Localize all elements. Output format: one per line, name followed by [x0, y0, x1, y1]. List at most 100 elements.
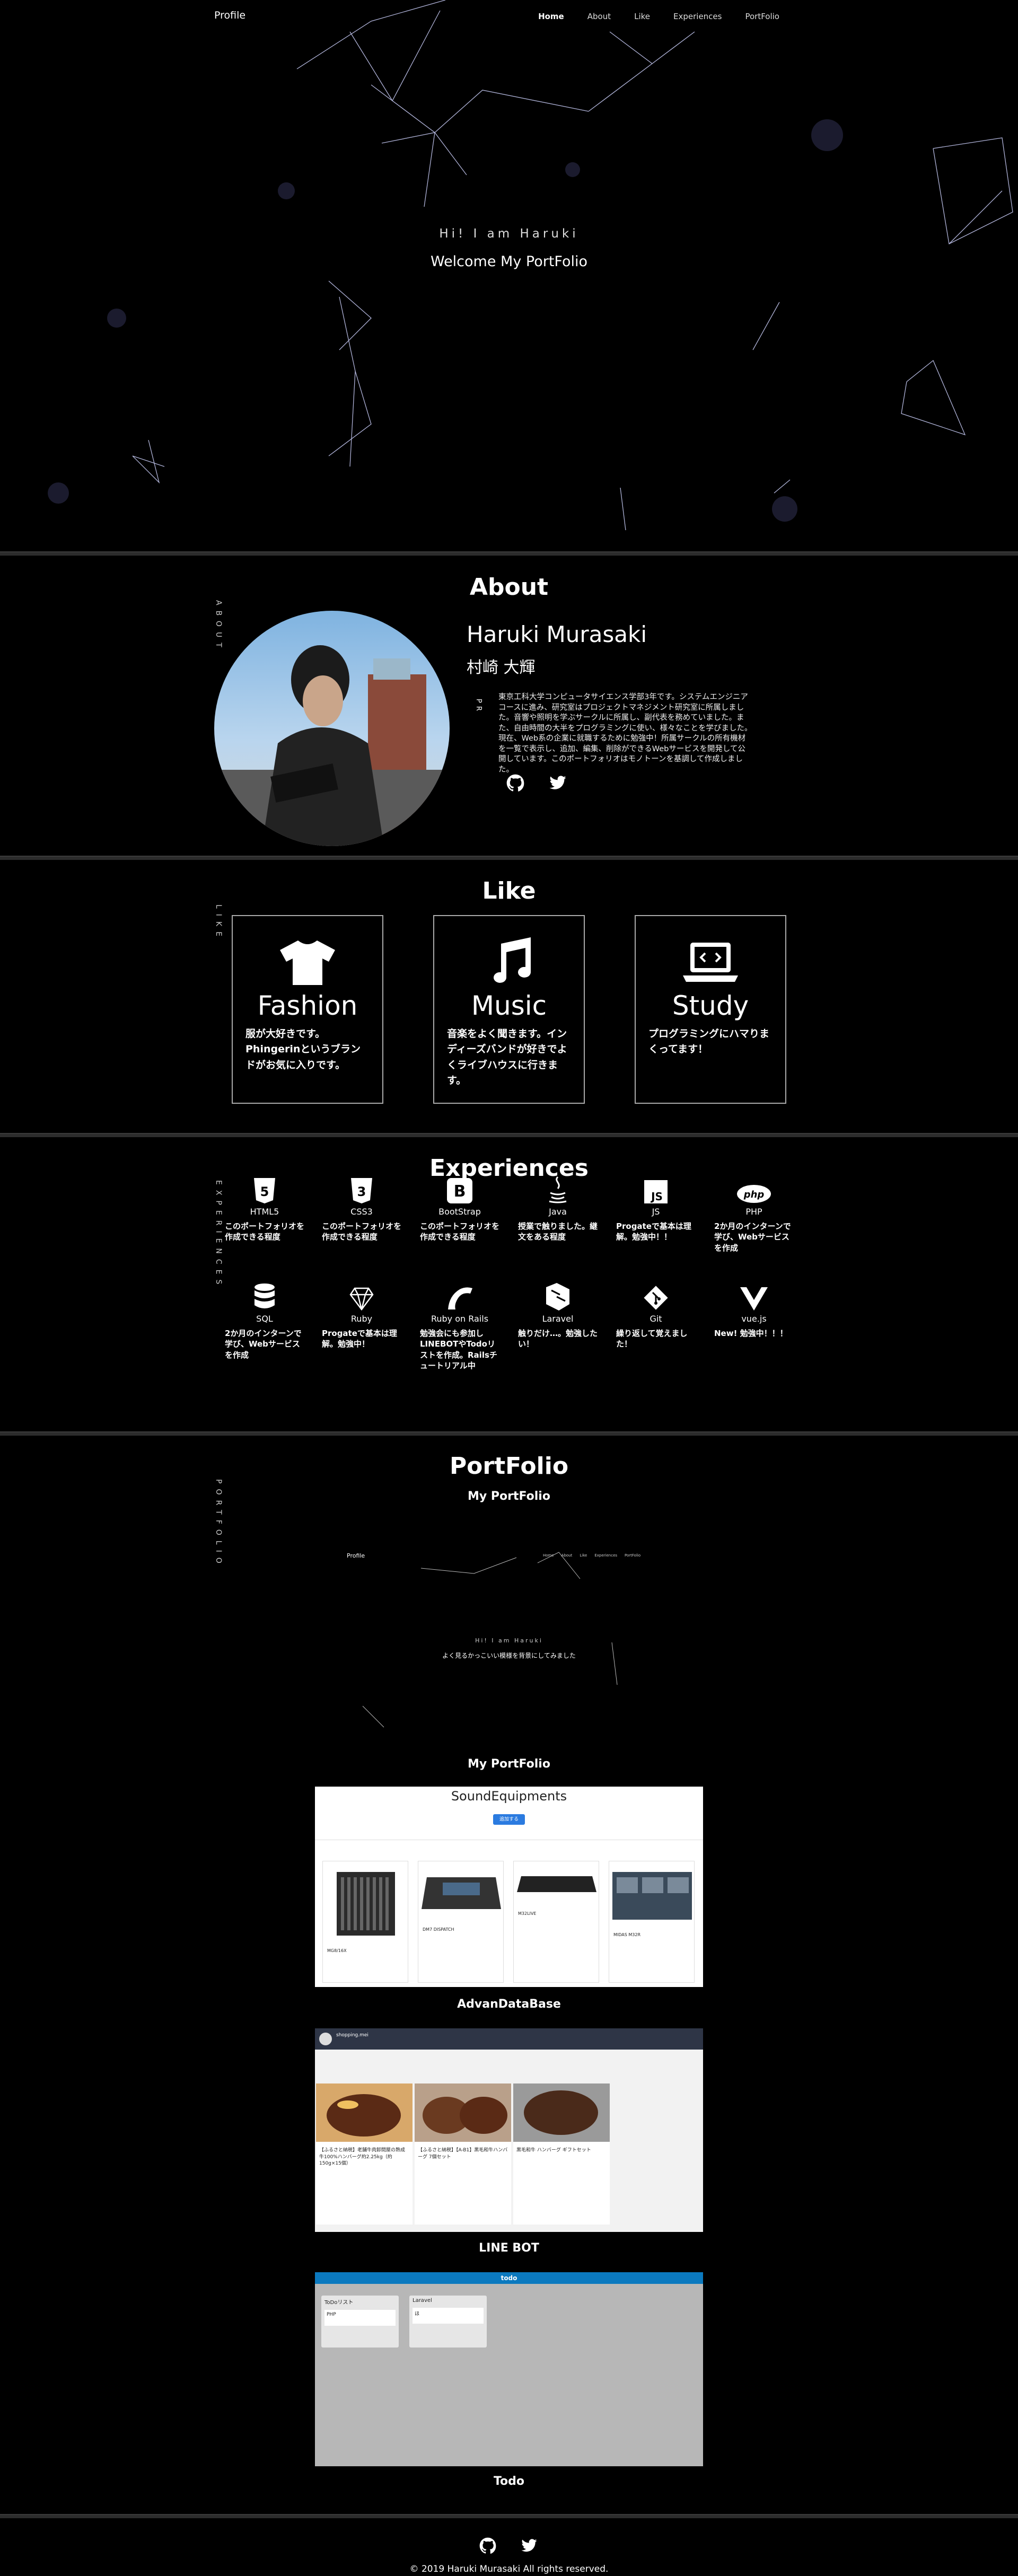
like-card-text: 服が大好きです。Phingerinというブランドがお気に入りです。	[245, 1028, 361, 1071]
hamburg-image	[316, 2083, 413, 2142]
skill-text: Progateで基本は理解。勉強中！	[322, 1329, 397, 1349]
skill-ruby: Ruby Progateで基本は理解。勉強中！	[322, 1282, 401, 1350]
section-divider	[0, 2514, 1018, 2518]
mixer-image	[517, 1876, 596, 1892]
portfolio-screenshot-myportfolio[interactable]: Profile Home About Like Experiences Port…	[315, 1547, 703, 1743]
portfolio-caption: Todo	[493, 2475, 525, 2488]
skill-name: BootStrap	[438, 1207, 481, 1217]
portfolio-screenshot-todo[interactable]: todo ToDoリスト PHP Laravel ほ	[315, 2272, 703, 2466]
php-icon: php	[737, 1185, 771, 1203]
preview-product-card: MG8/16X	[322, 1861, 408, 1983]
preview-nav-item: Like	[580, 1553, 587, 1558]
like-side-label: LIKE	[214, 904, 223, 942]
footer-copyright: © 2019 Haruki Murasaki All rights reserv…	[409, 2564, 609, 2574]
svg-text:5: 5	[260, 1184, 269, 1199]
skill-git: Git 繰り返して覚えました！	[616, 1282, 696, 1350]
twitter-icon[interactable]	[549, 774, 567, 792]
skill-html5: 5 HTML5 このポートフォリオを作成できる程度	[225, 1175, 304, 1243]
skill-name: HTML5	[250, 1207, 279, 1217]
like-card-title: Fashion	[257, 990, 358, 1021]
portfolio-caption: LINE BOT	[479, 2241, 539, 2255]
svg-text:B: B	[454, 1182, 466, 1201]
pr-label: PR	[475, 699, 482, 714]
like-card-text: プログラミングにハマりまくってます！	[648, 1028, 770, 1056]
preview-nav-item: Home	[543, 1553, 554, 1558]
footer: © 2019 Haruki Murasaki All rights reserv…	[0, 2519, 1018, 2576]
like-heading: Like	[482, 877, 536, 904]
portfolio-caption: My PortFolio	[468, 1490, 550, 1503]
skill-text: New! 勉強中！！！	[714, 1329, 788, 1338]
preview-nav-item: Experiences	[594, 1553, 618, 1558]
skill-name: Laravel	[542, 1314, 574, 1324]
nav-item-portfolio[interactable]: PortFolio	[745, 12, 779, 21]
skill-css3: 3 CSS3 このポートフォリオを作成できる程度	[322, 1175, 401, 1243]
about-description: 東京工科大学コンピュータサイエンス学部3年です。システムエンジニアコースに進み、…	[498, 693, 752, 774]
svg-text:JS: JS	[650, 1190, 663, 1203]
github-icon[interactable]	[506, 774, 524, 792]
preview-product-name: MIDAS M32R	[613, 1932, 641, 1937]
skill-name: Java	[549, 1207, 567, 1217]
about-social-links	[506, 774, 567, 792]
java-icon	[549, 1176, 567, 1203]
main-nav: Home About Like Experiences PortFolio	[538, 12, 779, 21]
about-side-label: ABOUT	[214, 600, 223, 653]
js-icon: JS	[644, 1180, 668, 1203]
preview-subtitle: よく見るかっこいい模様を背景にしてみました	[442, 1652, 576, 1659]
skill-sql: SQL 2か月のインターンで学び、Webサービスを作成	[225, 1282, 304, 1360]
preview-product-card: DM7 DISPATCH	[418, 1861, 504, 1983]
skill-name: Git	[650, 1314, 662, 1324]
profile-photo	[214, 611, 450, 846]
experiences-side-label: EXPERIENCES	[214, 1180, 223, 1290]
mixer-image	[337, 1872, 395, 1936]
preview-card-text: 【ふるさと納税】【A-B1】黒毛和牛ハンバーグ 7個セット	[418, 2148, 508, 2160]
skill-text: Progateで基本は理解。勉強中！！	[616, 1221, 691, 1242]
nav-brand[interactable]: Profile	[214, 10, 245, 21]
skill-java: Java 授業で触りました。継文をある程度	[518, 1175, 598, 1243]
mixer-image	[422, 1877, 501, 1909]
portfolio-screenshot-linebot[interactable]: shopping.mei 【ふるさと納税】老舗牛肉卸問屋の熟成牛100%ハンバー…	[315, 2028, 703, 2232]
like-card-music: Music 音楽をよく聞きます。インディーズバンドが好きでよくライブハウスに行き…	[433, 915, 585, 1104]
preview-nav-item: PortFolio	[625, 1553, 641, 1558]
nav-item-experiences[interactable]: Experiences	[673, 12, 722, 21]
skill-text: 2か月のインターンで学び、Webサービスを作成	[225, 1329, 302, 1360]
particle-network-background	[48, 0, 1013, 531]
skill-text: 繰り返して覚えました！	[616, 1329, 688, 1349]
preview-list-title: Laravel	[413, 2298, 432, 2304]
section-divider	[0, 1133, 1018, 1137]
portfolio-heading: PortFolio	[449, 1453, 569, 1480]
preview-brand: todo	[501, 2274, 517, 2282]
portfolio-caption: AdvanDataBase	[457, 1998, 561, 2011]
vuejs-icon	[740, 1287, 768, 1311]
section-divider	[0, 1431, 1018, 1436]
section-divider	[0, 551, 1018, 556]
nav-item-home[interactable]: Home	[538, 12, 564, 21]
like-card-fashion: Fashion 服が大好きです。Phingerinというブランドがお気に入りです…	[232, 915, 383, 1104]
section-divider	[0, 856, 1018, 860]
preview-product-card: M32LIVE	[513, 1861, 599, 1983]
nav-item-like[interactable]: Like	[634, 12, 650, 21]
preview-title: Hi! I am Haruki	[475, 1637, 543, 1644]
laravel-icon	[546, 1283, 569, 1311]
css3-icon: 3	[351, 1178, 372, 1203]
github-icon[interactable]	[479, 2537, 496, 2554]
rails-icon	[448, 1287, 472, 1309]
portfolio-caption: My PortFolio	[468, 1757, 550, 1771]
skill-text: 授業で触りました。継文をある程度	[518, 1221, 598, 1242]
svg-text:3: 3	[357, 1184, 366, 1199]
about-heading: About	[469, 574, 549, 601]
nav-item-about[interactable]: About	[587, 12, 611, 21]
preview-brand: Profile	[347, 1552, 365, 1559]
preview-title: SoundEquipments	[451, 1789, 567, 1804]
preview-flex-card: 【ふるさと納税】【A-B1】黒毛和牛ハンバーグ 7個セット	[415, 2083, 511, 2225]
skill-bootstrap: B BootStrap このポートフォリオを作成できる程度	[420, 1175, 499, 1243]
skill-php: php PHP 2か月のインターンで学び、Webサービスを作成	[714, 1175, 794, 1253]
about-name: Haruki Murasaki	[467, 621, 647, 647]
portfolio-screenshot-advandatabase[interactable]: SoundEquipments 追加する MG8/16X DM7 DISPATC…	[315, 1787, 703, 1987]
preview-task: PHP	[324, 2310, 396, 2326]
avatar	[319, 2033, 332, 2045]
skill-text: このポートフォリオを作成できる程度	[225, 1221, 305, 1242]
like-card-text: 音楽をよく聞きます。インディーズバンドが好きでよくライブハウスに行きます。	[447, 1028, 567, 1087]
twitter-icon[interactable]	[521, 2537, 538, 2554]
hero-title: Hi! I am Haruki	[439, 227, 579, 241]
preview-card-text: 黒毛和牛 ハンバーグ ギフトセット	[516, 2148, 591, 2153]
